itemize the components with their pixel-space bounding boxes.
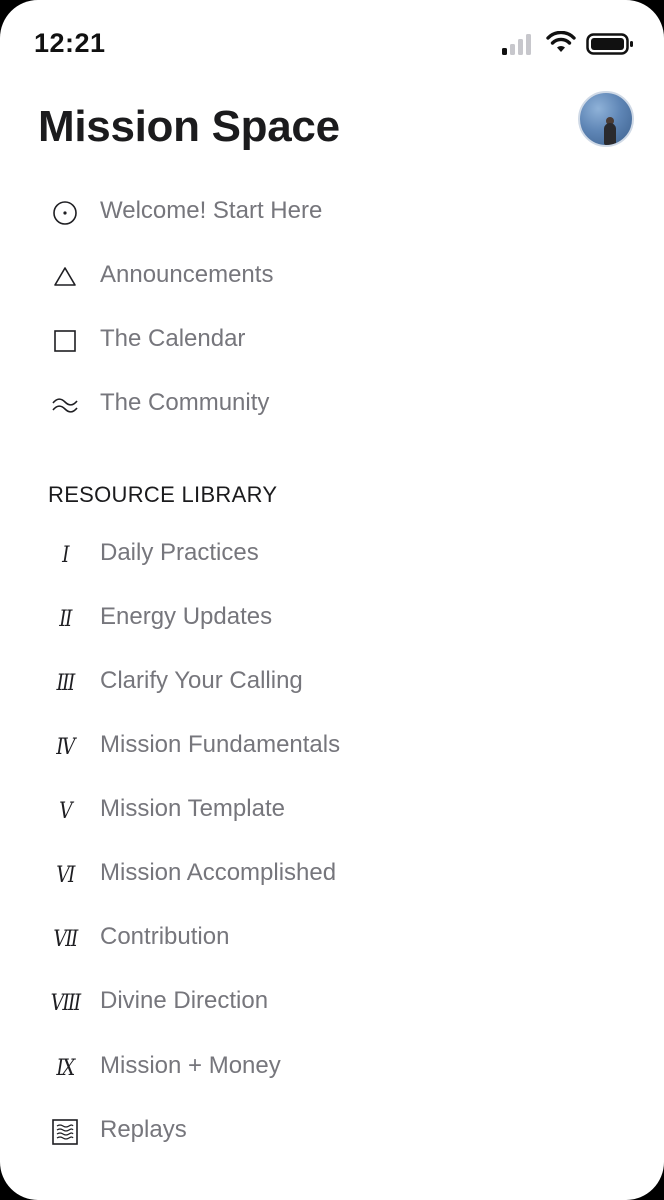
battery-icon (586, 33, 633, 55)
roman-numeral-iv-icon: IV (56, 734, 75, 760)
roman-numeral-vi-icon: VI (56, 862, 75, 888)
nav-item-label: Daily Practices (100, 539, 259, 566)
nav-item-mission-accomplished[interactable]: VI Mission Accomplished (0, 847, 664, 903)
roman-numeral-viii-icon: VIII (50, 990, 82, 1016)
nav-item-label: Clarify Your Calling (100, 667, 303, 694)
triangle-icon (48, 263, 82, 291)
nav-item-label: Energy Updates (100, 603, 273, 630)
avatar-figure (604, 123, 616, 145)
nav-item-label: Divine Direction (100, 987, 269, 1014)
app-screen: 12:21 Mission Space Welcome! Start Here (0, 0, 664, 1200)
roman-numeral-ii-icon: II (59, 606, 72, 632)
roman-numeral-v-icon: V (59, 798, 73, 824)
nav-item-label: Replays (100, 1116, 187, 1143)
nav-item-replays[interactable]: Replays (0, 1104, 664, 1160)
nav-item-mission-fundamentals[interactable]: IV Mission Fundamentals (0, 719, 664, 775)
roman-numeral-iii-icon: III (56, 670, 75, 696)
nav-item-mission-money[interactable]: IX Mission + Money (0, 1040, 664, 1096)
nav-item-energy-updates[interactable]: II Energy Updates (0, 591, 664, 647)
status-time: 12:21 (34, 28, 106, 58)
nav-item-divine-direction[interactable]: VIII Divine Direction (0, 975, 664, 1031)
nav-item-calendar[interactable]: The Calendar (0, 313, 664, 369)
nav-item-label: Mission + Money (100, 1052, 281, 1079)
roman-numeral-ix-icon: IX (56, 1055, 75, 1081)
nav-item-label: Welcome! Start Here (100, 197, 323, 224)
document-lines-icon (48, 1118, 82, 1146)
nav-item-announcements[interactable]: Announcements (0, 249, 664, 305)
nav-item-contribution[interactable]: VII Contribution (0, 911, 664, 967)
nav-item-label: Mission Template (100, 795, 285, 822)
nav-item-label: Announcements (100, 261, 274, 288)
approx-waves-icon (48, 391, 82, 419)
roman-numeral-vii-icon: VII (53, 926, 78, 952)
nav-item-label: The Community (100, 389, 270, 416)
nav-item-label: Mission Fundamentals (100, 731, 341, 758)
nav-item-welcome[interactable]: Welcome! Start Here (0, 185, 664, 241)
nav-item-clarify-your-calling[interactable]: III Clarify Your Calling (0, 655, 664, 711)
page-title: Mission Space (38, 102, 340, 151)
square-icon (48, 327, 82, 355)
roman-numeral-i-icon: I (62, 542, 69, 568)
circle-dot-icon (48, 199, 82, 227)
nav-item-label: The Calendar (100, 325, 246, 352)
nav-item-label: Contribution (100, 923, 230, 950)
nav-item-label: Mission Accomplished (100, 859, 337, 886)
section-title-resource-library: RESOURCE LIBRARY (48, 482, 278, 507)
nav-item-mission-template[interactable]: V Mission Template (0, 783, 664, 839)
nav-item-daily-practices[interactable]: I Daily Practices (0, 527, 664, 583)
status-bar: 12:21 (0, 0, 664, 90)
wifi-icon (546, 31, 576, 52)
avatar[interactable] (578, 91, 634, 147)
cellular-signal-icon (502, 34, 531, 55)
nav-item-community[interactable]: The Community (0, 377, 664, 433)
